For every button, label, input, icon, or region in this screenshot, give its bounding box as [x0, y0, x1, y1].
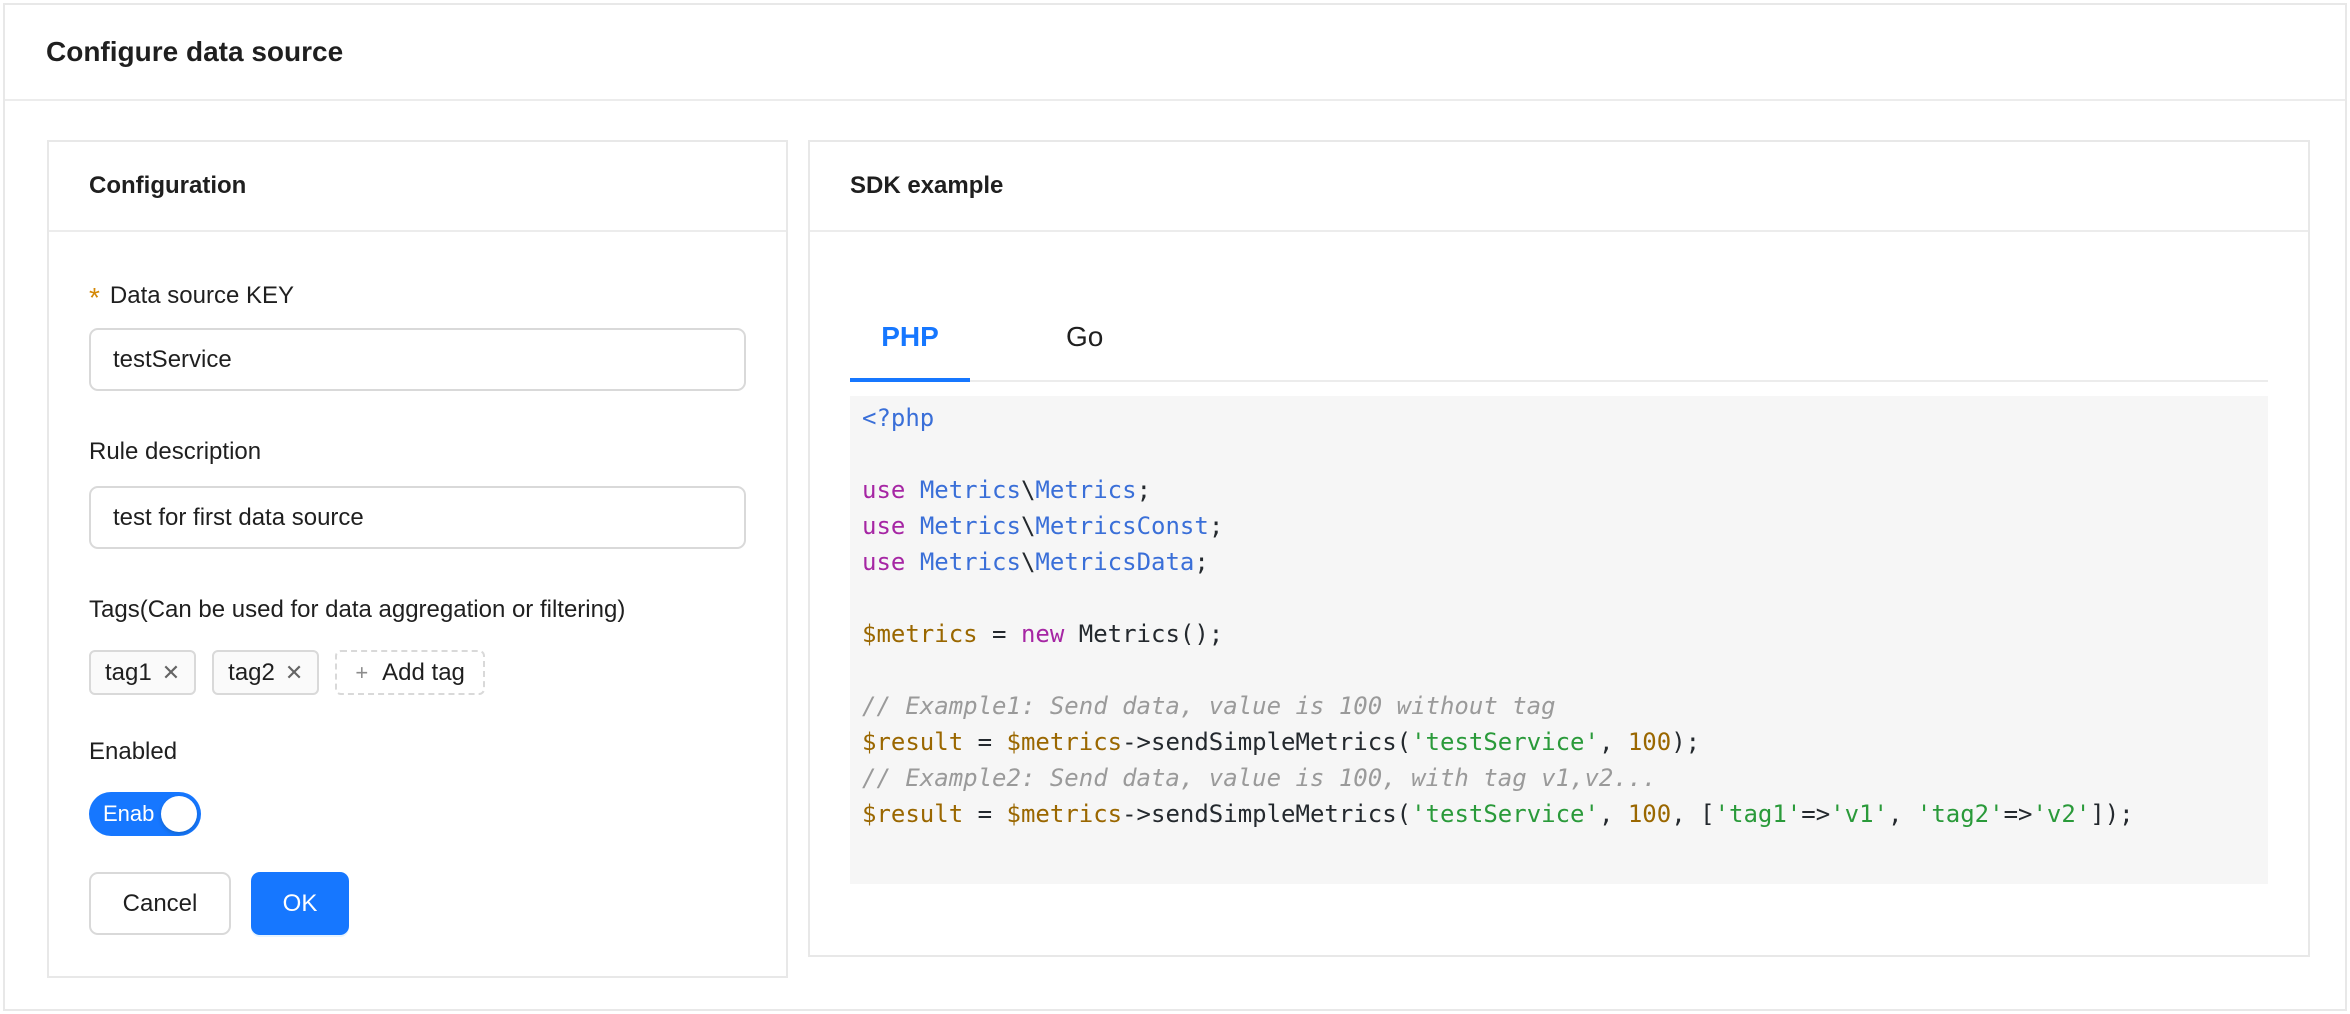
code-line: use Metrics\Metrics; [862, 476, 1152, 504]
enabled-label: Enabled [89, 738, 178, 765]
configuration-card-title: Configuration [49, 142, 786, 232]
plus-icon: + [355, 659, 369, 685]
tags-list: tag1 ✕ tag2 ✕ + Add tag [89, 650, 485, 695]
configuration-card: Configuration * Data source KEY testServ… [47, 140, 788, 978]
desc-label: Rule description [89, 438, 262, 465]
code-line: use Metrics\MetricsData; [862, 548, 1209, 576]
required-mark: * [89, 282, 100, 313]
language-tabs: PHP Go [850, 292, 2268, 382]
add-tag-label: Add tag [382, 658, 465, 686]
close-icon[interactable]: ✕ [162, 661, 180, 684]
code-line: $metrics = new Metrics(); [862, 620, 1224, 648]
code-line: <?php [862, 404, 935, 432]
close-icon[interactable]: ✕ [285, 661, 303, 684]
tab-ink-bar [850, 378, 970, 382]
desc-field-label: Rule description [89, 438, 261, 466]
code-block: <?php use Metrics\Metrics; use Metrics\M… [850, 396, 2268, 884]
tag-label: tag2 [228, 658, 275, 686]
key-field-label: * Data source KEY [89, 280, 294, 313]
tag-item: tag1 ✕ [89, 650, 197, 695]
switch-knob [161, 796, 197, 832]
switch-text: Enab [103, 801, 155, 826]
key-label: Data source KEY [109, 282, 294, 309]
rule-description-input[interactable]: test for first data source [89, 486, 746, 549]
tag-item: tag2 ✕ [212, 650, 320, 695]
tab-php[interactable]: PHP [850, 292, 970, 382]
modal-header: Configure data source [5, 5, 2345, 101]
configure-modal: Configure data source Configuration * Da… [3, 3, 2347, 1011]
add-tag-button[interactable]: + Add tag [335, 650, 485, 695]
tab-go[interactable]: Go [1066, 292, 1103, 382]
ok-button[interactable]: OK [251, 872, 349, 935]
code-line: // Example2: Send data, value is 100, wi… [862, 764, 1657, 792]
data-source-key-input[interactable]: testService [89, 328, 746, 391]
enabled-switch[interactable]: Enab [89, 792, 201, 836]
sdk-example-card: SDK example PHP Go <?php use Metrics\Met… [808, 140, 2310, 957]
sdk-card-title: SDK example [810, 142, 2308, 232]
code-line: $result = $metrics->sendSimpleMetrics('t… [862, 728, 1701, 756]
tag-label: tag1 [105, 658, 152, 686]
tags-field-label: Tags(Can be used for data aggregation or… [89, 596, 625, 624]
code-line: // Example1: Send data, value is 100 wit… [862, 692, 1556, 720]
cancel-button[interactable]: Cancel [89, 872, 231, 935]
code-line: $result = $metrics->sendSimpleMetrics('t… [862, 800, 2134, 828]
tags-label: Tags(Can be used for data aggregation or… [89, 596, 626, 623]
modal-title: Configure data source [46, 36, 344, 67]
code-line: use Metrics\MetricsConst; [862, 512, 1224, 540]
enabled-field-label: Enabled [89, 738, 177, 766]
